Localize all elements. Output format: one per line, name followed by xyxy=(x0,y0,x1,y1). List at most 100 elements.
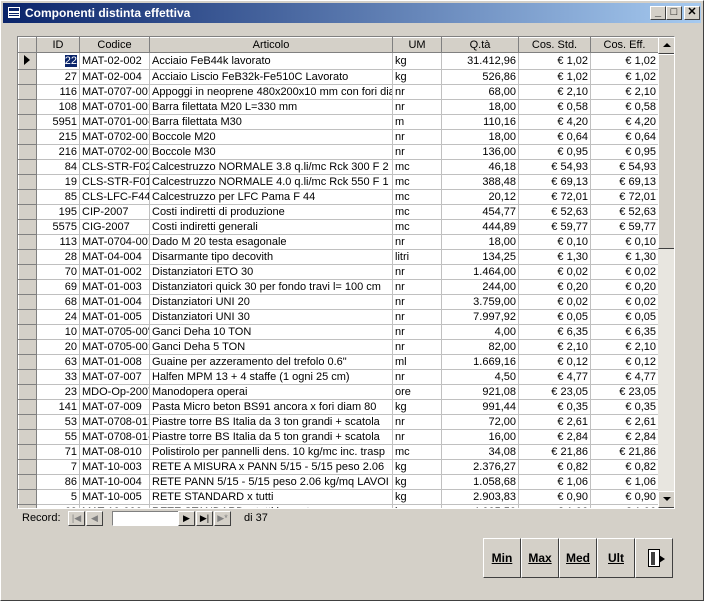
cell-cos-std[interactable]: € 0,58 xyxy=(518,99,591,115)
cell-cos-eff[interactable]: € 6,35 xyxy=(590,324,659,340)
table-row[interactable]: 5951 MAT-0701-00- Barra filettata M30 m 110,… xyxy=(18,114,659,130)
cell-articolo[interactable]: Acciaio FeB44k lavorato xyxy=(149,52,393,70)
record-selector[interactable] xyxy=(18,52,37,70)
cell-codice[interactable]: MAT-0705-00: xyxy=(79,339,150,355)
cell-cos-std[interactable]: € 0,20 xyxy=(518,279,591,295)
cell-cos-eff[interactable]: € 4,77 xyxy=(590,369,659,385)
cell-qta[interactable]: 444,89 xyxy=(441,219,519,235)
cell-codice[interactable]: MAT-0701-00: xyxy=(79,99,150,115)
cell-id[interactable]: 70 xyxy=(36,264,80,280)
table-row[interactable]: 53 MAT-0708-01: Piastre torre BS Italia da… xyxy=(18,414,659,430)
cell-articolo[interactable]: Distanziatori quick 30 per fondo travi l… xyxy=(149,279,393,295)
min-button[interactable]: Min xyxy=(483,538,521,578)
table-row[interactable]: 10 MAT-0705-00' Ganci Deha 10 TON nr 4,00 € 6… xyxy=(18,324,659,340)
cell-codice[interactable]: CIP-2007 xyxy=(79,204,150,220)
cell-cos-eff[interactable]: € 21,86 xyxy=(590,444,659,460)
cell-cos-std[interactable]: € 72,01 xyxy=(518,189,591,205)
cell-cos-eff[interactable]: € 0,20 xyxy=(590,279,659,295)
cell-cos-eff[interactable]: € 2,61 xyxy=(590,414,659,430)
cell-id[interactable]: 195 xyxy=(36,204,80,220)
table-row[interactable]: 68 MAT-01-004 Distanziatori UNI 20 nr 3.759,… xyxy=(18,294,659,310)
table-row[interactable]: 55 MAT-0708-01- Piastre torre BS Italia da… xyxy=(18,429,659,445)
cell-um[interactable]: mc xyxy=(392,204,442,220)
med-button[interactable]: Med xyxy=(559,538,597,578)
column-header-codice[interactable]: Codice xyxy=(79,37,150,53)
cell-id[interactable]: 68 xyxy=(36,294,80,310)
cell-um[interactable]: kg xyxy=(392,459,442,475)
column-header-qta[interactable]: Q.tà xyxy=(441,37,519,53)
table-row[interactable]: 7 MAT-10-003 RETE A MISURA x PANN 5/15 - 5… xyxy=(18,459,659,475)
title-bar[interactable]: Componenti distinta effettiva _ □ ✕ xyxy=(3,3,701,23)
cell-cos-std[interactable]: € 0,10 xyxy=(518,234,591,250)
cell-cos-std[interactable]: € 2,10 xyxy=(518,84,591,100)
cell-um[interactable]: nr xyxy=(392,264,442,280)
cell-cos-std[interactable]: € 0,35 xyxy=(518,399,591,415)
vertical-scrollbar[interactable] xyxy=(658,37,674,508)
cell-qta[interactable]: 34,08 xyxy=(441,444,519,460)
cell-cos-eff[interactable]: € 0,35 xyxy=(590,399,659,415)
table-row[interactable]: 19 CLS-STR-F01 Calcestruzzo NORMALE 4.0 q.… xyxy=(18,174,659,190)
record-selector[interactable] xyxy=(18,114,37,130)
cell-qta[interactable]: 136,00 xyxy=(441,144,519,160)
cell-cos-eff[interactable]: € 1,30 xyxy=(590,249,659,265)
cell-cos-std[interactable]: € 21,86 xyxy=(518,444,591,460)
table-row[interactable]: 22 MAT-02-002 Acciaio FeB44k lavorato kg 31.… xyxy=(18,52,659,70)
cell-qta[interactable]: 454,77 xyxy=(441,204,519,220)
cell-um[interactable]: litri xyxy=(392,249,442,265)
cell-id[interactable]: 84 xyxy=(36,159,80,175)
cell-articolo[interactable]: Piastre torre BS Italia da 3 ton grandi … xyxy=(149,414,393,430)
record-selector[interactable] xyxy=(18,444,37,460)
cell-articolo[interactable]: Polistirolo per pannelli dens. 10 kg/mc … xyxy=(149,444,393,460)
cell-cos-std[interactable]: € 0,02 xyxy=(518,294,591,310)
cell-cos-eff[interactable]: € 1,06 xyxy=(590,474,659,490)
cell-articolo[interactable]: Piastre torre BS Italia da 5 ton grandi … xyxy=(149,429,393,445)
record-selector[interactable] xyxy=(18,489,37,505)
cell-id[interactable]: 5 xyxy=(36,489,80,505)
cell-articolo[interactable]: Ganci Deha 5 TON xyxy=(149,339,393,355)
cell-codice[interactable]: MAT-01-005 xyxy=(79,309,150,325)
cell-qta[interactable]: 921,08 xyxy=(441,384,519,400)
cell-codice[interactable]: MAT-02-004 xyxy=(79,69,150,85)
cell-cos-eff[interactable]: € 2,10 xyxy=(590,84,659,100)
cell-id[interactable]: 141 xyxy=(36,399,80,415)
scroll-thumb[interactable] xyxy=(658,54,674,249)
cell-cos-eff[interactable]: € 0,05 xyxy=(590,309,659,325)
cell-articolo[interactable]: RETE STANDARD x tutti xyxy=(149,489,393,505)
record-selector[interactable] xyxy=(18,159,37,175)
cell-qta[interactable]: 134,25 xyxy=(441,249,519,265)
cell-cos-eff[interactable]: € 59,77 xyxy=(590,219,659,235)
table-row[interactable]: 27 MAT-02-004 Acciaio Liscio FeB32k-Fe510C… xyxy=(18,69,659,85)
cell-cos-eff[interactable]: € 23,05 xyxy=(590,384,659,400)
record-selector[interactable] xyxy=(18,189,37,205)
cell-codice[interactable]: MAT-10-003 xyxy=(79,459,150,475)
cell-codice[interactable]: MAT-08-010 xyxy=(79,444,150,460)
cell-id[interactable]: 33 xyxy=(36,369,80,385)
column-selector-header[interactable] xyxy=(18,37,37,53)
ult-button[interactable]: Ult xyxy=(597,538,635,578)
cell-qta[interactable]: 31.412,96 xyxy=(441,52,519,70)
cell-cos-std[interactable]: € 1,02 xyxy=(518,69,591,85)
cell-um[interactable]: mc xyxy=(392,159,442,175)
cell-cos-std[interactable]: € 6,35 xyxy=(518,324,591,340)
cell-articolo[interactable]: Barra filettata M20 L=330 mm xyxy=(149,99,393,115)
cell-id[interactable]: 116 xyxy=(36,84,80,100)
cell-codice[interactable]: MAT-01-004 xyxy=(79,294,150,310)
cell-cos-std[interactable]: € 4,77 xyxy=(518,369,591,385)
record-selector[interactable] xyxy=(18,219,37,235)
exit-button[interactable] xyxy=(635,538,673,578)
cell-cos-std[interactable]: € 2,84 xyxy=(518,429,591,445)
table-row[interactable]: 23 MDO-Op-2007 Manodopera operai ore 921,08 €… xyxy=(18,384,659,400)
cell-articolo[interactable]: RETE A MISURA x PANN 5/15 - 5/15 peso 2.… xyxy=(149,459,393,475)
cell-um[interactable]: mc xyxy=(392,444,442,460)
cell-cos-std[interactable]: € 0,95 xyxy=(518,144,591,160)
cell-codice[interactable]: MDO-Op-2007 xyxy=(79,384,150,400)
cell-id[interactable]: 63 xyxy=(36,354,80,370)
table-row[interactable]: 69 MAT-01-003 Distanziatori quick 30 per f… xyxy=(18,279,659,295)
cell-articolo[interactable]: RETE PANN 5/15 - 5/15 peso 2.06 kg/mq LA… xyxy=(149,474,393,490)
cell-um[interactable]: nr xyxy=(392,414,442,430)
cell-cos-eff[interactable]: € 1,02 xyxy=(590,69,659,85)
cell-articolo[interactable]: Boccole M30 xyxy=(149,144,393,160)
cell-cos-std[interactable]: € 54,93 xyxy=(518,159,591,175)
cell-qta[interactable]: 46,18 xyxy=(441,159,519,175)
cell-id[interactable]: 113 xyxy=(36,234,80,250)
